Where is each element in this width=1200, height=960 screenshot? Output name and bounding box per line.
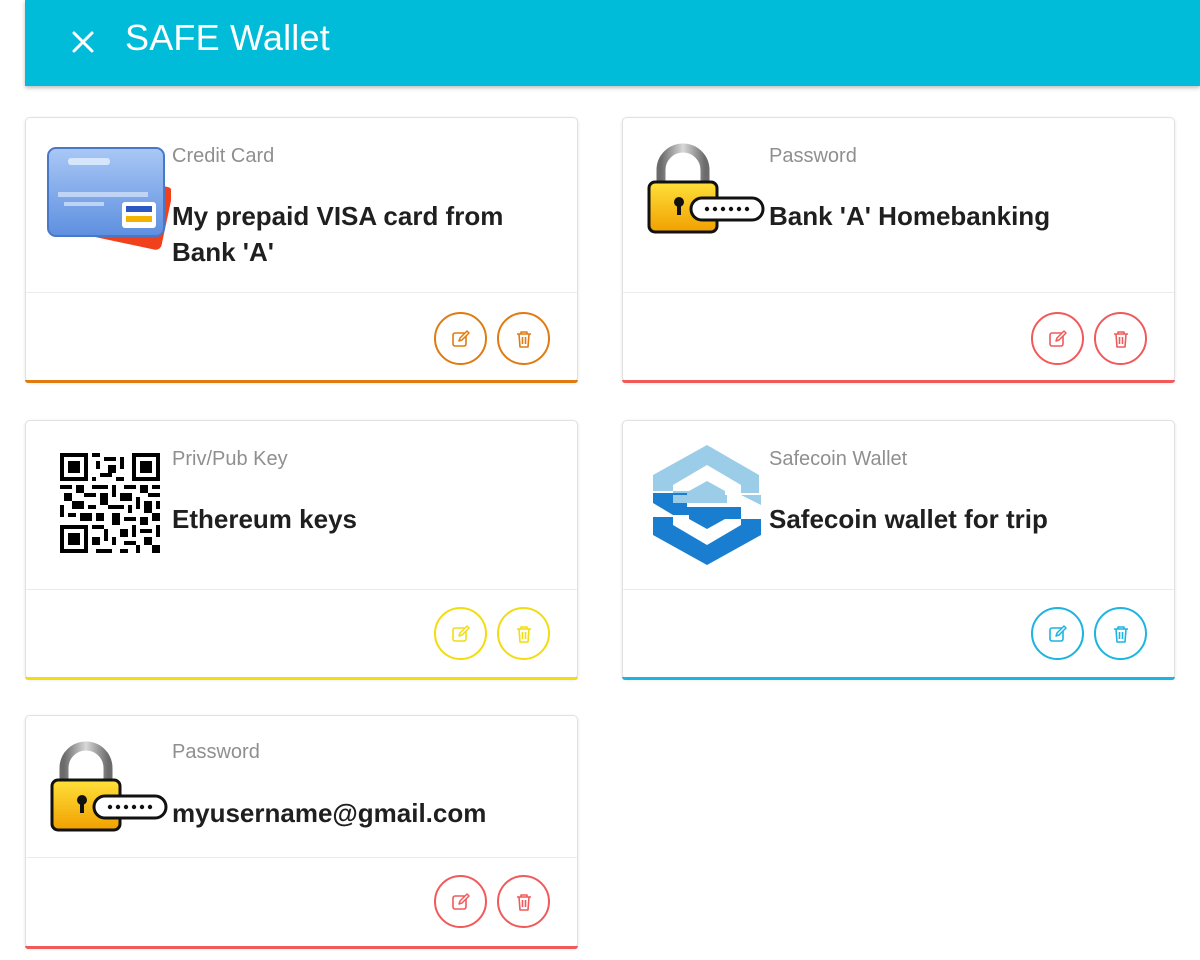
card-type-label: Safecoin Wallet <box>769 448 908 470</box>
card-divider <box>26 292 577 293</box>
trash-icon <box>1113 625 1128 643</box>
safecoin-logo-icon <box>649 441 769 567</box>
card-title: Ethereum keys <box>172 504 357 534</box>
edit-button[interactable] <box>434 312 487 365</box>
wallet-card-key[interactable]: Priv/Pub Key Ethereum keys <box>25 420 578 680</box>
padlock-password-icon <box>643 142 765 262</box>
card-divider <box>26 857 577 858</box>
edit-icon <box>451 892 470 910</box>
app-header: SAFE Wallet <box>25 0 1200 86</box>
delete-button[interactable] <box>497 312 550 365</box>
card-accent-border <box>25 380 578 383</box>
close-button[interactable] <box>63 22 103 62</box>
card-title: myusername@gmail.com <box>172 798 487 828</box>
card-accent-border <box>25 946 578 949</box>
edit-icon <box>451 624 470 642</box>
card-divider <box>623 292 1174 293</box>
card-divider <box>623 589 1174 590</box>
card-type-label: Password <box>769 145 857 167</box>
wallet-card-password[interactable]: Password Bank 'A' Homebanking <box>622 117 1175 383</box>
edit-button[interactable] <box>1031 312 1084 365</box>
card-title: Safecoin wallet for trip <box>769 504 1048 534</box>
card-accent-border <box>622 677 1175 680</box>
edit-button[interactable] <box>1031 607 1084 660</box>
edit-icon <box>1048 624 1067 642</box>
edit-button[interactable] <box>434 607 487 660</box>
trash-icon <box>1113 330 1128 348</box>
card-type-label: Password <box>172 741 260 763</box>
trash-icon <box>516 330 531 348</box>
card-accent-border <box>25 677 578 680</box>
edit-icon <box>1048 329 1067 347</box>
app-title: SAFE Wallet <box>125 17 330 58</box>
delete-button[interactable] <box>497 875 550 928</box>
card-title: My prepaid VISA card from Bank 'A' <box>172 201 504 267</box>
wallet-card-password[interactable]: Password myusername@gmail.com <box>25 715 578 949</box>
credit-card-icon <box>46 142 173 262</box>
card-type-label: Credit Card <box>172 145 275 167</box>
padlock-password-icon <box>46 740 168 860</box>
trash-icon <box>516 625 531 643</box>
card-divider <box>26 589 577 590</box>
edit-icon <box>451 329 470 347</box>
delete-button[interactable] <box>1094 312 1147 365</box>
delete-button[interactable] <box>497 607 550 660</box>
wallet-card-credit-card[interactable]: Credit Card My prepaid VISA card from Ba… <box>25 117 578 383</box>
delete-button[interactable] <box>1094 607 1147 660</box>
card-title: Bank 'A' Homebanking <box>769 201 1051 231</box>
wallet-card-safecoin[interactable]: Safecoin Wallet Safecoin wallet for trip <box>622 420 1175 680</box>
qr-code-icon <box>60 453 180 573</box>
edit-button[interactable] <box>434 875 487 928</box>
card-accent-border <box>622 380 1175 383</box>
trash-icon <box>516 893 531 911</box>
card-type-label: Priv/Pub Key <box>172 448 288 470</box>
close-icon <box>72 31 94 53</box>
